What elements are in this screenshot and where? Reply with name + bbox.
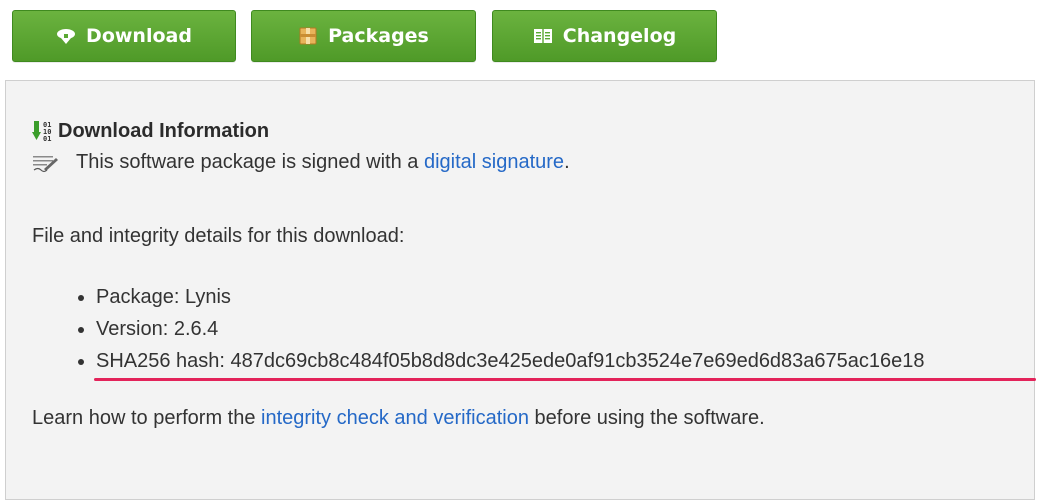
package-item: Package: Lynis	[96, 281, 925, 313]
download-info-heading: 01 10 01 Download Information	[32, 119, 269, 143]
signature-text: This software package is signed with a	[76, 151, 419, 173]
digital-signature-link[interactable]: digital signature	[424, 151, 564, 174]
file-details-list: Package: Lynis Version: 2.6.4 SHA256 has…	[74, 281, 925, 377]
cloud-download-icon	[56, 27, 76, 45]
signature-pen-icon	[32, 153, 60, 173]
binary-download-icon: 01 10 01	[32, 119, 54, 143]
download-button[interactable]: Download	[12, 10, 236, 62]
integrity-check-link[interactable]: integrity check and verification	[261, 407, 529, 429]
changelog-button[interactable]: Changelog	[492, 10, 717, 62]
hash-highlight-underline	[94, 378, 1036, 381]
changelog-button-label: Changelog	[562, 25, 677, 47]
learn-suffix: before using the software.	[534, 407, 765, 429]
details-intro: File and integrity details for this down…	[32, 225, 405, 247]
sha256-item: SHA256 hash: 487dc69cb8c484f05b8d8dc3e42…	[96, 345, 925, 377]
svg-text:01: 01	[43, 135, 51, 143]
signature-period: .	[564, 151, 570, 173]
learn-prefix: Learn how to perform the	[32, 407, 256, 429]
packages-button[interactable]: Packages	[251, 10, 476, 62]
download-info-title: Download Information	[58, 119, 270, 142]
download-button-label: Download	[86, 25, 192, 47]
book-icon	[533, 27, 553, 45]
learn-verification-line: Learn how to perform the integrity check…	[32, 407, 765, 430]
version-item: Version: 2.6.4	[96, 313, 925, 345]
signature-line: This software package is signed with a d…	[32, 151, 570, 174]
download-info-panel: 01 10 01 Download Information This softw…	[5, 80, 1036, 500]
package-icon	[298, 27, 318, 45]
packages-button-label: Packages	[328, 25, 429, 47]
